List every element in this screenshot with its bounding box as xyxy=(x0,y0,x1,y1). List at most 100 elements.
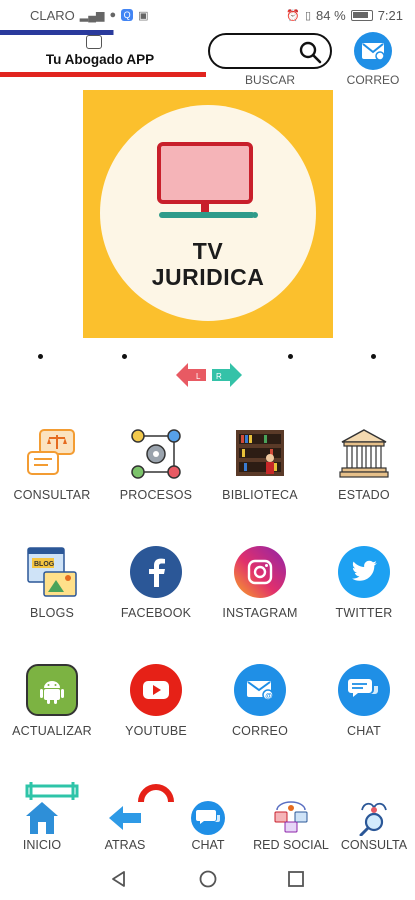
brand-top-stripe xyxy=(0,30,206,35)
nav-item-atras[interactable]: ATRAS xyxy=(83,780,167,856)
vibrate-icon: ▯ xyxy=(304,9,312,22)
grid-item-label: CORREO xyxy=(231,724,289,738)
grid-item-facebook[interactable]: FACEBOOK xyxy=(104,546,208,646)
grid-item-label: ESTADO xyxy=(338,488,390,502)
chat-icon xyxy=(191,801,225,835)
facebook-icon xyxy=(130,546,182,598)
alarm-icon: ⏰ xyxy=(286,9,300,22)
mail-label[interactable]: CORREO xyxy=(338,73,408,87)
grid-item-label: YOUTUBE xyxy=(125,724,187,738)
process-flow-icon xyxy=(131,429,181,479)
nav-item-label: INICIO xyxy=(22,838,62,852)
person-icon: ● xyxy=(109,9,117,21)
grid-item-procesos[interactable]: PROCESOS xyxy=(104,428,208,528)
banner-title-line1: TV xyxy=(192,238,224,264)
app-brand: Tu Abogado APP xyxy=(0,30,206,78)
status-right: ⏰ ▯ 84 % 7:21 xyxy=(286,8,403,23)
grid-item-label: CONSULTAR xyxy=(13,488,91,502)
twitter-icon xyxy=(338,546,390,598)
grid-item-blogs[interactable]: BLOG BLOGS xyxy=(0,546,104,646)
mail-glyph: @ xyxy=(247,681,274,701)
twitter-glyph xyxy=(352,560,377,581)
mail-button[interactable] xyxy=(354,32,392,70)
arrow-left-text: L xyxy=(196,372,201,381)
nav-item-label: RED SOCIAL xyxy=(253,838,329,852)
tv-juridica-banner[interactable]: TV JURIDICA xyxy=(83,90,333,338)
search-people-icon xyxy=(359,802,387,836)
grid-item-actualizar[interactable]: ACTUALIZAR xyxy=(0,664,104,764)
carousel-arrows[interactable]: L R xyxy=(176,362,242,388)
banner-title-line2: JURIDICA xyxy=(151,264,265,290)
status-bar: CLARO ▂▄▆ ● Q ▣ ⏰ ▯ 84 % 7:21 xyxy=(0,0,415,30)
grid-item-correo[interactable]: @ CORREO xyxy=(208,664,312,764)
grid-item-instagram[interactable]: INSTAGRAM xyxy=(208,546,312,646)
search-label[interactable]: BUSCAR xyxy=(230,73,310,87)
grid-item-label: TWITTER xyxy=(335,606,393,620)
nav-item-consulta[interactable]: CONSULTA xyxy=(332,780,415,856)
status-left: CLARO ▂▄▆ ● Q ▣ xyxy=(30,8,149,23)
image-icon: ▣ xyxy=(138,9,149,22)
youtube-icon xyxy=(130,664,182,716)
instagram-glyph xyxy=(247,559,273,585)
arrow-right-text: R xyxy=(216,372,222,381)
system-navigation-bar xyxy=(0,858,415,900)
search-input[interactable] xyxy=(208,33,332,69)
app-title: Tu Abogado APP xyxy=(45,52,155,67)
carousel-dot[interactable] xyxy=(288,354,293,359)
grid-item-estado[interactable]: ESTADO xyxy=(312,428,415,528)
grid-item-label: FACEBOOK xyxy=(120,606,192,620)
grid-item-label: CHAT xyxy=(347,724,381,738)
instagram-icon xyxy=(234,546,286,598)
monitor-icon xyxy=(157,142,258,218)
brand-logo-icon xyxy=(86,35,102,49)
grid-item-label: INSTAGRAM xyxy=(222,606,298,620)
grid-item-label: BLOGS xyxy=(29,606,75,620)
home-circle-icon[interactable] xyxy=(199,870,217,888)
youtube-glyph xyxy=(143,681,169,699)
carousel-dot[interactable] xyxy=(122,354,127,359)
back-arrow-icon xyxy=(109,806,141,830)
carousel-dot[interactable] xyxy=(371,354,376,359)
grid-item-youtube[interactable]: YOUTUBE xyxy=(104,664,208,764)
battery-icon xyxy=(350,9,373,21)
arrow-left-icon[interactable] xyxy=(176,363,206,387)
grid-item-biblioteca[interactable]: BIBLIOTECA xyxy=(208,428,312,528)
grid-item-label: ACTUALIZAR xyxy=(12,724,92,738)
app-header: Tu Abogado APP BUSCAR CORREO xyxy=(0,30,415,90)
nav-item-inicio[interactable]: INICIO xyxy=(0,780,84,856)
chat-glyph xyxy=(348,679,378,697)
q-app-icon: Q xyxy=(121,9,134,21)
library-icon xyxy=(236,430,284,476)
courthouse-icon xyxy=(339,429,389,478)
nav-item-chat[interactable]: CHAT xyxy=(166,780,250,856)
consult-scales-icon xyxy=(27,429,75,475)
back-icon[interactable] xyxy=(110,870,128,888)
nav-item-label: ATRAS xyxy=(104,838,146,852)
grid-item-label: BIBLIOTECA xyxy=(222,488,298,502)
nav-item-label: CONSULTA xyxy=(340,838,408,852)
android-glyph xyxy=(40,681,64,704)
clock: 7:21 xyxy=(377,7,403,23)
bottom-nav: INICIO ATRAS CHAT RED SOCIAL CONSULTA xyxy=(0,780,415,858)
carousel-dot[interactable] xyxy=(38,354,43,359)
blog-icon: BLOG xyxy=(27,547,77,597)
social-network-icon xyxy=(274,801,308,833)
grid-item-label: PROCESOS xyxy=(119,488,193,502)
android-icon xyxy=(26,664,78,716)
home-icon xyxy=(26,802,58,834)
svg-text:BLOG: BLOG xyxy=(34,561,55,568)
grid-item-chat[interactable]: CHAT xyxy=(312,664,415,764)
battery-percent: 84 % xyxy=(316,7,346,23)
search-icon xyxy=(299,41,322,64)
svg-text:@: @ xyxy=(265,693,272,700)
carrier-name: CLARO xyxy=(30,7,75,23)
grid-item-consultar[interactable]: CONSULTAR xyxy=(0,428,104,528)
nav-item-red-social[interactable]: RED SOCIAL xyxy=(249,780,333,856)
recents-icon[interactable] xyxy=(287,870,305,888)
grid-item-twitter[interactable]: TWITTER xyxy=(312,546,415,646)
mail-icon xyxy=(362,43,385,61)
signal-icon: ▂▄▆ xyxy=(79,9,105,22)
brand-bottom-stripe xyxy=(0,72,206,77)
mail-icon: @ xyxy=(234,664,286,716)
chat-icon xyxy=(338,664,390,716)
